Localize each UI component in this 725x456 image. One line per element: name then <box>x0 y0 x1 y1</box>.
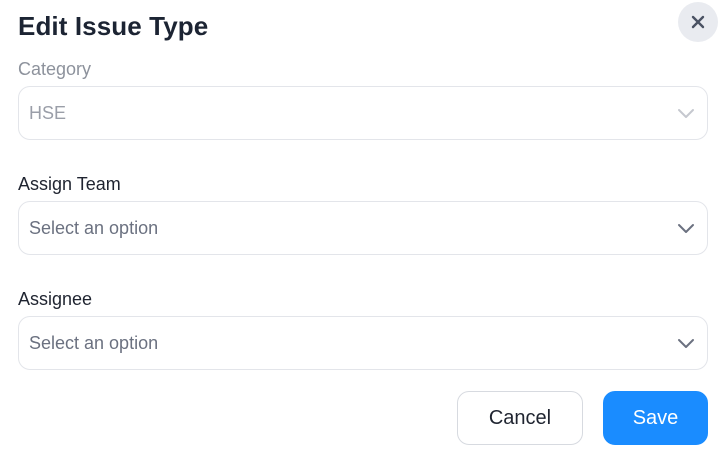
close-icon <box>691 15 705 29</box>
chevron-down-icon <box>675 102 697 124</box>
assign-team-placeholder: Select an option <box>29 217 159 238</box>
category-value: HSE <box>29 102 67 123</box>
chevron-down-icon <box>675 332 697 354</box>
category-select: HSE <box>18 86 708 140</box>
category-label: Category <box>18 59 92 79</box>
edit-issue-type-dialog: Edit Issue Type Category HSE Assign Team… <box>0 0 725 456</box>
save-button[interactable]: Save <box>603 391 708 445</box>
assignee-placeholder: Select an option <box>29 332 159 353</box>
assignee-label: Assignee <box>18 289 93 309</box>
assign-team-select[interactable]: Select an option <box>18 201 708 255</box>
dialog-title: Edit Issue Type <box>18 11 209 41</box>
assignee-select[interactable]: Select an option <box>18 316 708 370</box>
cancel-button[interactable]: Cancel <box>457 391 583 445</box>
assign-team-label: Assign Team <box>18 174 121 194</box>
chevron-down-icon <box>675 217 697 239</box>
close-button[interactable] <box>678 2 718 42</box>
